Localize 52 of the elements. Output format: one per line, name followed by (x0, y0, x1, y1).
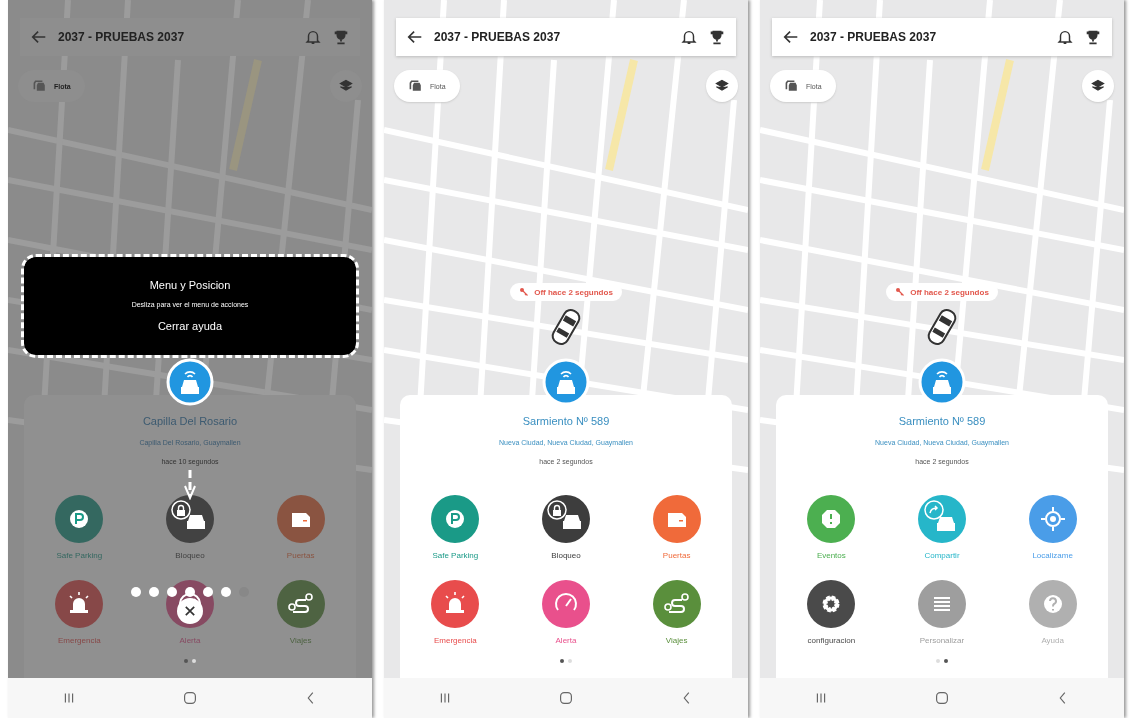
action-button[interactable]: Viajes (245, 580, 356, 645)
action-button[interactable]: Safe Parking (24, 495, 135, 560)
cars-icon (32, 78, 48, 94)
screen-title: 2037 - PRUEBAS 2037 (434, 30, 562, 44)
status-text: Off hace 2 segundos (534, 287, 613, 297)
screen-title: 2037 - PRUEBAS 2037 (58, 30, 186, 44)
home-icon[interactable] (933, 689, 951, 707)
action-button[interactable]: Compartir (886, 495, 998, 560)
cars-icon (784, 78, 800, 94)
home-icon[interactable] (557, 689, 575, 707)
swipe-arrow (184, 470, 196, 500)
key-icon (519, 287, 530, 297)
action-button[interactable]: Emergencia (400, 580, 511, 645)
trophy-icon[interactable] (708, 28, 726, 46)
back-arrow-icon[interactable] (782, 28, 800, 46)
location-name: Sarmiento Nº 589 (898, 415, 986, 427)
close-help-link[interactable]: Cerrar ayuda (155, 317, 225, 334)
bell-icon[interactable] (680, 28, 698, 46)
bell-icon[interactable] (1056, 28, 1074, 46)
action-button[interactable]: Safe Parking (400, 495, 511, 560)
home-icon[interactable] (181, 689, 199, 707)
cars-icon (408, 78, 424, 94)
trophy-icon[interactable] (1084, 28, 1102, 46)
page-dot[interactable] (192, 659, 196, 663)
back-arrow-icon[interactable] (406, 28, 424, 46)
close-icon (183, 604, 197, 618)
location-name: Sarmiento Nº 589 (522, 415, 610, 427)
action-button[interactable]: Puertas (621, 495, 732, 560)
action-button[interactable]: Localizame (997, 495, 1108, 560)
screen-title: 2037 - PRUEBAS 2037 (810, 30, 938, 44)
help-title: Menu y Posicion (149, 278, 231, 291)
action-button[interactable]: Puertas (245, 495, 356, 560)
page-dot[interactable] (936, 659, 940, 663)
status-text: Off hace 2 segundos (910, 287, 989, 297)
location-name: Capilla Del Rosario (142, 415, 238, 427)
page-dot[interactable] (568, 659, 572, 663)
vehicle-marker-icon[interactable] (918, 358, 966, 406)
action-button[interactable]: Bloqueo (510, 495, 622, 560)
page-dot[interactable] (184, 659, 188, 663)
page-dot[interactable] (944, 659, 948, 663)
vehicle-marker-icon[interactable] (542, 358, 590, 406)
action-button[interactable]: configuracion (776, 580, 887, 645)
key-icon (895, 287, 906, 297)
action-button[interactable]: Emergencia (24, 580, 135, 645)
vehicle-marker-icon[interactable] (166, 358, 214, 406)
action-button[interactable]: Viajes (621, 580, 732, 645)
action-button[interactable]: Eventos (776, 495, 887, 560)
action-button[interactable]: Ayuda (997, 580, 1108, 645)
action-button[interactable]: Bloqueo (134, 495, 246, 560)
page-dot[interactable] (560, 659, 564, 663)
action-button[interactable]: Alerta (510, 580, 622, 645)
action-button[interactable]: Personalizar (886, 580, 998, 645)
